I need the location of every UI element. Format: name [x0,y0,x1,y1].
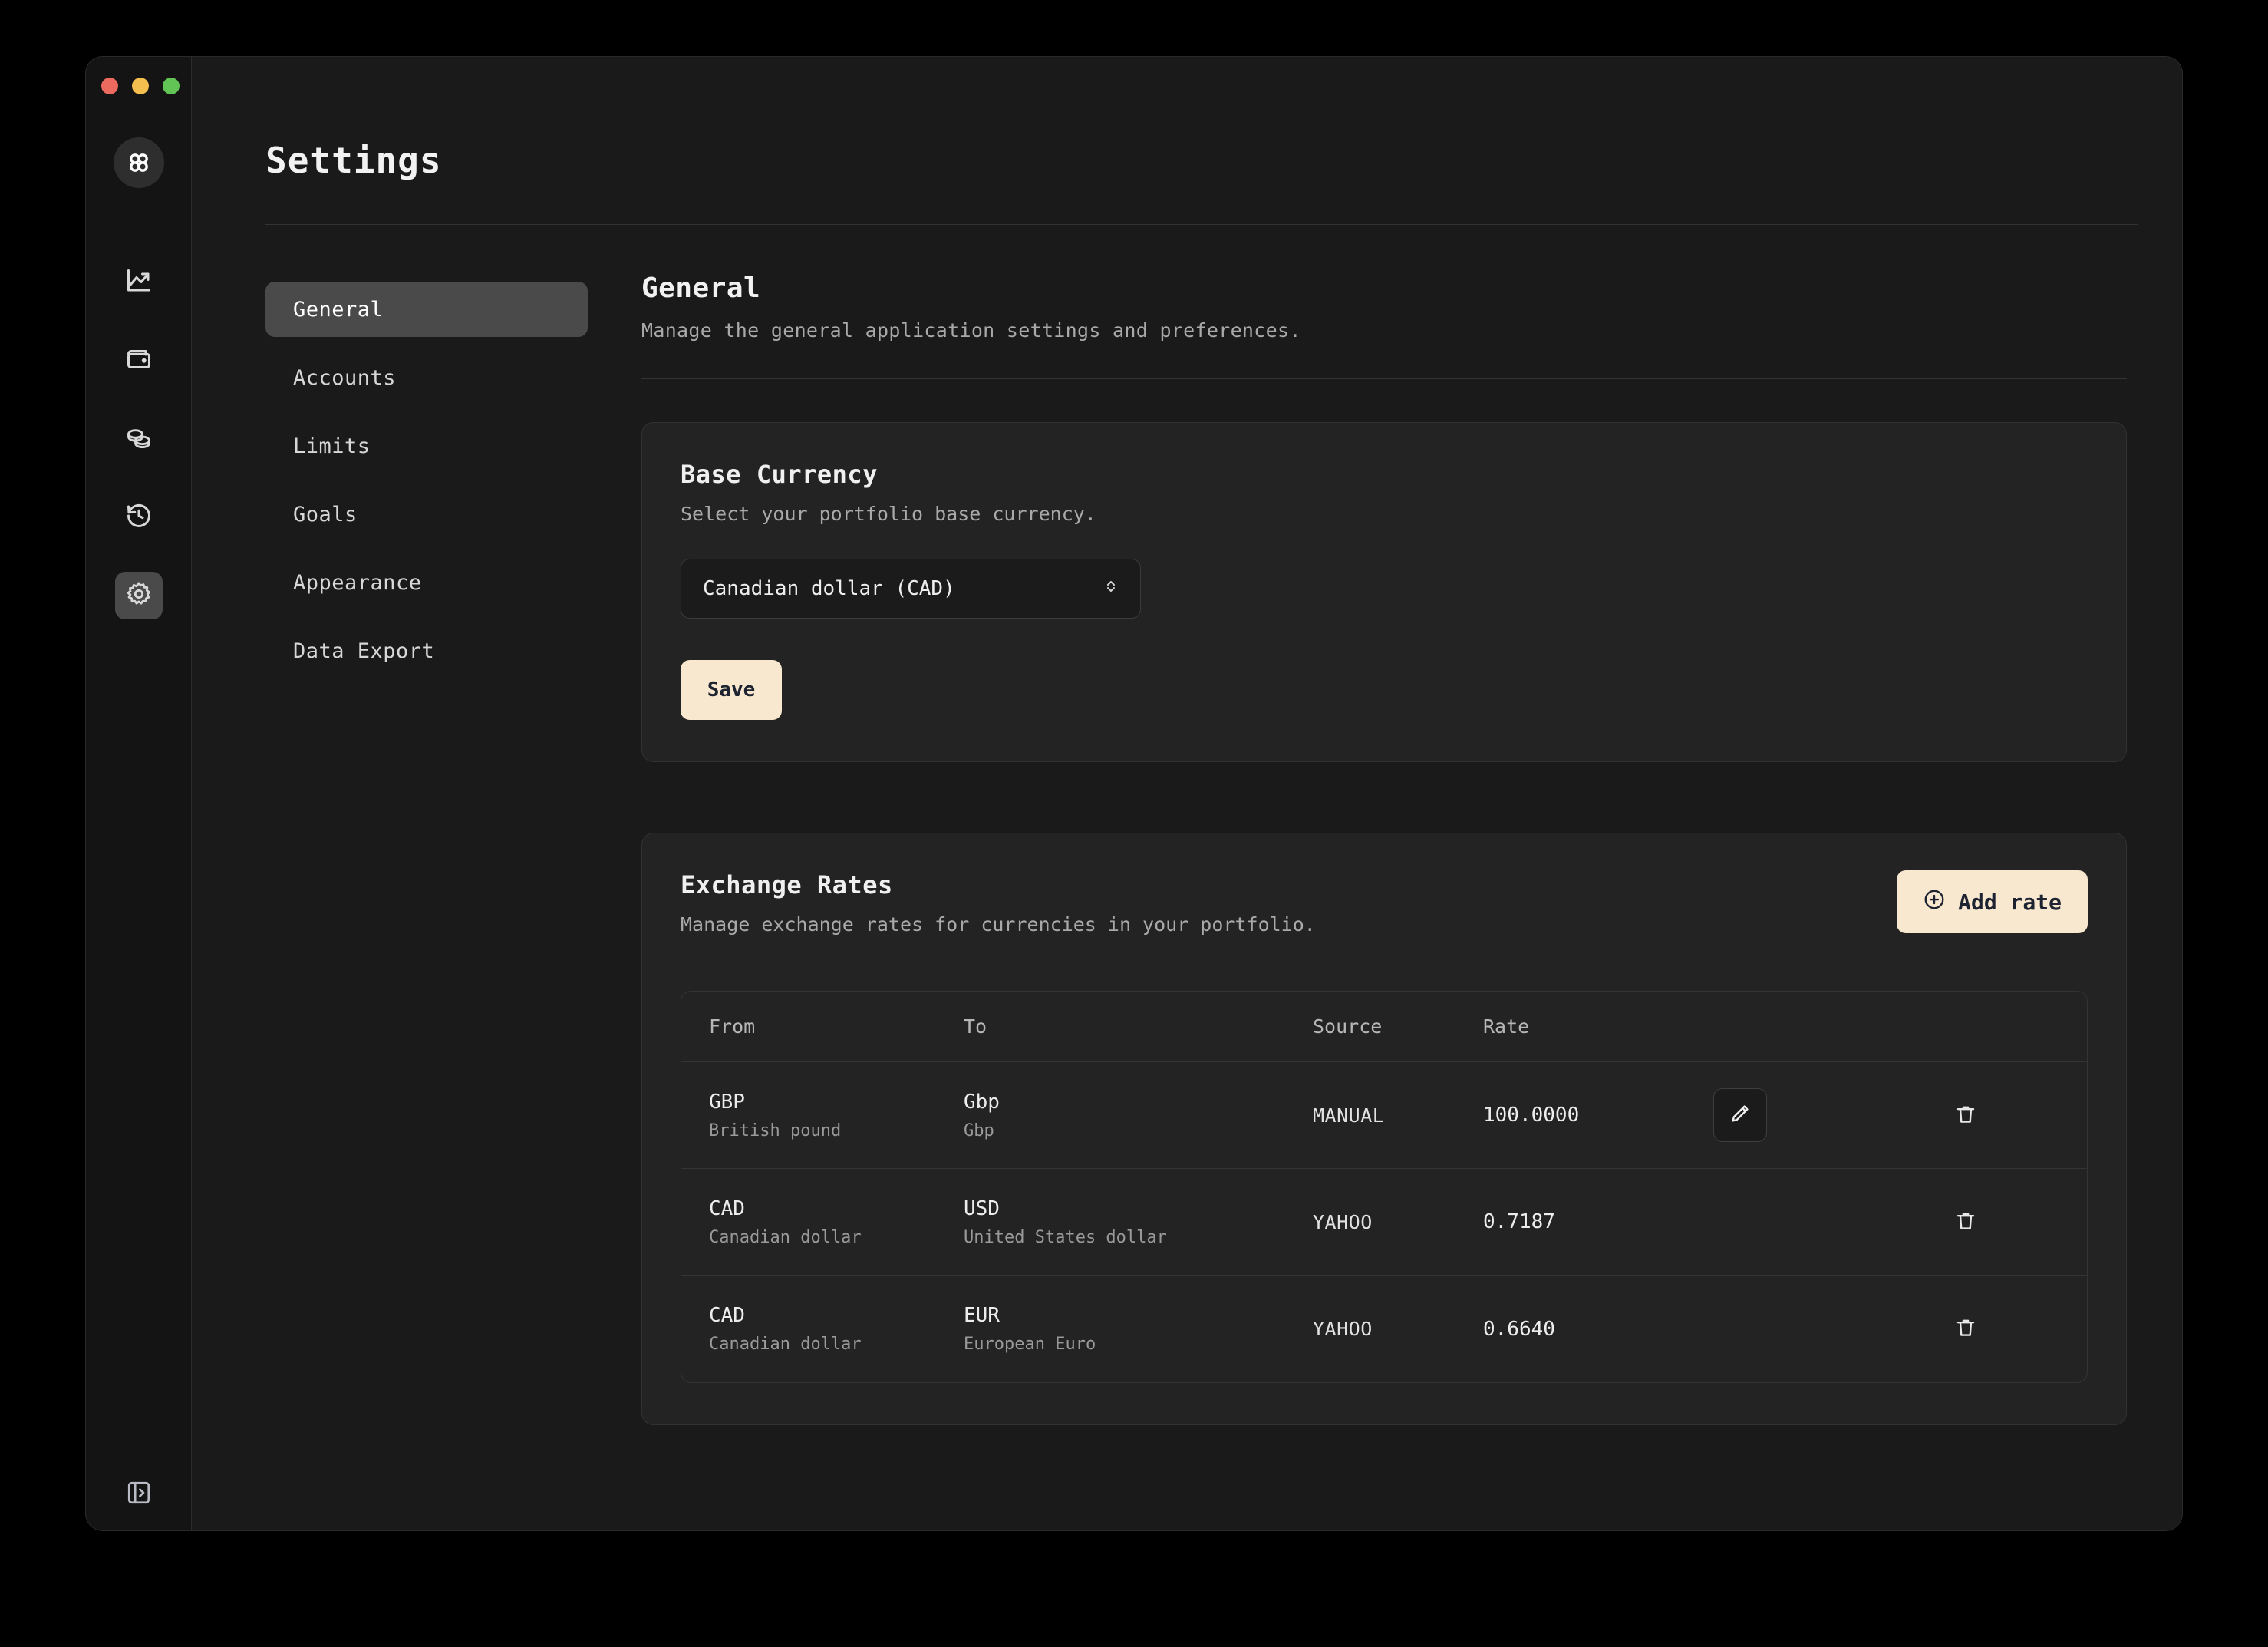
nav-item-limits[interactable]: Limits [265,418,588,474]
cell-source: YAHOO [1313,1210,1373,1233]
rail-item-transactions[interactable] [115,415,163,463]
cell-delete [1844,1093,2087,1137]
nav-label: Limits [293,434,371,458]
app-window: Settings General Accounts Limits Goals A… [86,57,2182,1530]
exchange-rates-title: Exchange Rates [681,870,893,899]
rail-footer [86,1457,191,1530]
base-currency-select[interactable]: Canadian dollar (CAD) [681,559,1141,619]
base-currency-card: Base Currency Select your portfolio base… [641,422,2127,762]
nav-item-accounts[interactable]: Accounts [265,350,588,405]
nav-label: Goals [293,502,358,526]
to-name: Gbp [964,1121,994,1140]
nav-label: Accounts [293,365,397,390]
to-code: EUR [964,1304,1000,1327]
cell-source: MANUAL [1313,1104,1385,1127]
delete-rate-button[interactable] [1943,1093,1988,1137]
to-name: European Euro [964,1335,1096,1354]
cell-rate: 0.6640 [1483,1317,1555,1341]
settings-nav: General Accounts Limits Goals Appearance… [265,225,588,1425]
table-row: CAD Canadian dollar EUR European Euro YA… [681,1276,2087,1382]
add-rate-button[interactable]: Add rate [1897,870,2088,933]
from-code: CAD [709,1196,745,1220]
section-heading: General [641,272,761,304]
column-header-rate: Rate [1483,1015,1530,1038]
panel-expand-icon [126,1480,152,1509]
cell-rate: 100.0000 [1483,1104,1580,1127]
close-window-button[interactable] [101,78,118,94]
chevron-up-down-icon [1102,577,1120,601]
sidebar-toggle-button[interactable] [115,1470,163,1518]
delete-rate-button[interactable] [1943,1200,1988,1244]
trash-icon [1954,1316,1977,1342]
base-currency-selected-value: Canadian dollar (CAD) [703,577,955,600]
nav-label: General [293,297,384,322]
maximize-window-button[interactable] [163,78,180,94]
save-button[interactable]: Save [681,660,782,720]
cell-delete [1844,1307,2087,1352]
to-code: USD [964,1196,1000,1220]
from-code: CAD [709,1304,745,1327]
nav-item-goals[interactable]: Goals [265,487,588,542]
exchange-rates-table: From To Source Rate GBP British pound Gb… [681,991,2088,1383]
exchange-rates-description: Manage exchange rates for currencies in … [681,913,1316,936]
delete-rate-button[interactable] [1943,1307,1988,1352]
from-name: British pound [709,1121,842,1140]
page-title: Settings [265,140,442,181]
from-code: GBP [709,1090,745,1114]
cell-edit [1713,1088,1844,1142]
wallet-icon [125,345,153,376]
minimize-window-button[interactable] [132,78,149,94]
column-header-source: Source [1313,1015,1383,1038]
from-name: Canadian dollar [709,1227,862,1247]
gear-icon [125,580,153,611]
base-currency-title: Base Currency [681,460,878,489]
section-divider [641,378,2127,379]
column-header-from: From [709,1015,756,1038]
trash-icon [1954,1103,1977,1128]
coins-icon [125,424,153,454]
edit-rate-button[interactable] [1713,1088,1767,1142]
cell-from: GBP British pound [681,1091,964,1140]
cell-from: CAD Canadian dollar [681,1304,964,1354]
trash-icon [1954,1210,1977,1235]
plus-circle-icon [1923,888,1946,916]
rail-item-settings[interactable] [114,572,163,619]
cell-to: Gbp Gbp [964,1091,1313,1140]
exchange-rates-card: Exchange Rates Manage exchange rates for… [641,833,2127,1425]
cell-to: USD United States dollar [964,1197,1313,1247]
nav-label: Appearance [293,570,422,595]
base-currency-description: Select your portfolio base currency. [681,503,1096,525]
table-header: From To Source Rate [681,992,2087,1062]
add-rate-label: Add rate [1958,889,2062,915]
column-header-to: To [964,1015,987,1038]
nav-item-data-export[interactable]: Data Export [265,623,588,678]
history-clock-icon [125,502,153,533]
cell-source: YAHOO [1313,1318,1373,1340]
main-content: Settings General Accounts Limits Goals A… [192,57,2182,1530]
to-name: United States dollar [964,1227,1167,1247]
settings-content: General Manage the general application s… [588,225,2127,1425]
rail-item-dashboard[interactable] [115,259,163,306]
rail-item-history[interactable] [115,493,163,541]
nav-item-general[interactable]: General [265,282,588,337]
table-row: GBP British pound Gbp Gbp MANUAL 100.000… [681,1062,2087,1169]
from-name: Canadian dollar [709,1335,862,1354]
section-description: Manage the general application settings … [641,319,1301,342]
pencil-icon [1729,1102,1752,1128]
cell-rate: 0.7187 [1483,1210,1555,1233]
rail-nav [114,259,163,619]
nav-label: Data Export [293,639,435,663]
traffic-lights [86,57,191,94]
cell-to: EUR European Euro [964,1304,1313,1354]
trending-up-icon [125,267,153,298]
nav-item-appearance[interactable]: Appearance [265,555,588,610]
cell-from: CAD Canadian dollar [681,1197,964,1247]
table-row: CAD Canadian dollar USD United States do… [681,1169,2087,1276]
cell-delete [1844,1200,2087,1244]
app-rings-logo-icon [113,137,164,188]
rail-item-accounts[interactable] [115,337,163,385]
to-code: Gbp [964,1090,1000,1114]
icon-rail [86,57,192,1530]
